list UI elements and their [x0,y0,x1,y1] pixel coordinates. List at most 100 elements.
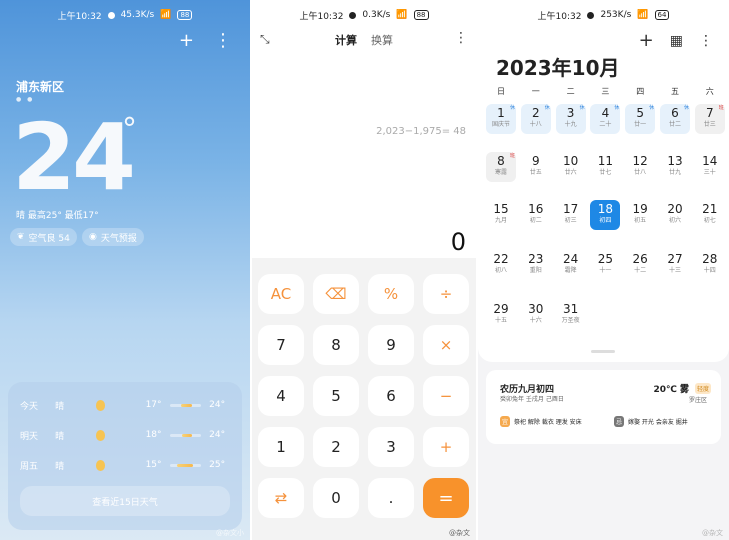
weekday-header: 日 [497,87,505,96]
calendar-icon[interactable]: ▦ [670,33,683,49]
day-number: 21 [702,202,718,216]
forecast-row[interactable]: 周五 晴 15° 25° [20,456,232,474]
day-number: 20 [667,202,683,216]
digit-2-button[interactable]: 2 [313,427,359,467]
day-cell[interactable]: 9 廿五 [521,152,551,182]
forecast-high: 25° [209,460,226,470]
day-number: 19 [632,202,648,216]
day-cell[interactable]: 12 廿八 [625,152,655,182]
day-cell[interactable]: 29 十五 [486,300,516,330]
day-cell[interactable]: 1 国庆节休 [486,104,516,134]
air-quality-chip[interactable]: ❦ 空气良 54 [10,228,77,246]
mode-switch-button[interactable]: ⇄ [258,478,304,518]
day-cell[interactable]: 6 廿二休 [660,104,690,134]
day-cell[interactable]: 4 二十休 [590,104,621,134]
backspace-button[interactable]: ⌫ [313,274,359,314]
divide-button[interactable]: ÷ [423,274,469,314]
day-cell[interactable]: 26 十二 [625,250,655,280]
day-cell[interactable]: 23 重阳 [521,250,551,280]
day-number: 9 [531,154,540,168]
add-event-button[interactable]: + [639,30,654,51]
day-cell[interactable]: 16 初二 [521,200,551,230]
month-view: 上午10:32 253K/s 📶 64 + ▦ ⋮ 2023年10月 日 一 二 三 四… [478,0,729,362]
weather-summary: 晴 最高25° 最低17° [16,211,99,221]
lunar-label: 廿九 [668,169,681,176]
day-cell[interactable]: 30 十六 [521,300,551,330]
clear-button[interactable]: AC [258,274,304,314]
signal-icon: 📶 [637,10,649,20]
yi-badge: 宜 [500,416,511,427]
notification-icon [587,11,595,19]
digit-5-button[interactable]: 5 [313,376,359,416]
day-cell[interactable]: 15 九月 [486,200,516,230]
battery-icon: 88 [413,10,429,20]
multiply-button[interactable]: × [423,325,469,365]
day-cell[interactable]: 31 万圣夜 [556,300,586,330]
day-cell[interactable]: 22 初八 [486,250,516,280]
weather-alert-chip[interactable]: ◉ 天气预报 [82,228,144,246]
digit-8-button[interactable]: 8 [313,325,359,365]
subtract-button[interactable]: − [423,376,469,416]
more-menu-button[interactable]: ⋮ [214,30,232,51]
day-number: 18 [597,202,614,216]
digit-3-button[interactable]: 3 [368,427,414,467]
status-bar: 上午10:32 45.3K/s 📶 88 [0,8,250,22]
day-cell[interactable]: 27 十三 [660,250,690,280]
day-cell[interactable]: 17 初三 [556,200,586,230]
day-cell[interactable]: 19 初五 [625,200,655,230]
more-menu-button[interactable]: ⋮ [454,30,468,46]
lunar-label: 初八 [494,267,507,274]
lunar-label: 寒露 [494,169,507,176]
tab-convert[interactable]: 换算 [371,32,393,48]
digit-1-button[interactable]: 1 [258,427,304,467]
day-cell[interactable]: 24 霜降 [556,250,586,280]
add-button[interactable]: + [423,427,469,467]
tab-calculate[interactable]: 计算 [335,32,357,48]
day-cell[interactable]: 21 初七 [695,200,725,230]
signal-icon: 📶 [396,10,408,20]
day-cell[interactable]: 20 初六 [660,200,690,230]
temp-range-bar [169,403,202,407]
digit-0-button[interactable]: 0 [313,478,359,518]
day-cell[interactable]: 14 三十 [695,152,725,182]
decimal-button[interactable]: . [368,478,414,518]
status-bar: 上午10:32 253K/s 📶 64 [478,8,729,22]
day-cell[interactable]: 3 十九休 [555,104,586,134]
keypad: AC ⌫% ÷ 7 8 9 × 4 5 6− 1 2 3 + ⇄ 0. = [252,258,476,540]
day-cell[interactable]: 10 廿六 [556,152,586,182]
notification-icon [349,11,357,19]
day-tag: 休 [614,105,620,111]
digit-9-button[interactable]: 9 [368,325,414,365]
day-cell[interactable]: 11 廿七 [590,152,620,182]
forecast-high: 24° [209,400,226,410]
day-number: 24 [562,252,579,266]
digit-7-button[interactable]: 7 [258,325,304,365]
day-info-card[interactable]: 农历九月初四 癸卯兔年 壬戌月 己酉日 20℃ 雾 轻度 罗庄区 宜 祭祀 解除… [486,370,721,444]
percent-button[interactable]: % [368,274,414,314]
forecast-row[interactable]: 明天 晴 18° 24° [20,426,232,444]
day-cell[interactable]: 2 十八休 [520,104,551,134]
equals-button[interactable]: = [423,478,469,518]
day-cell[interactable]: 8 寒露班 [486,152,516,182]
lunar-label: 廿三 [703,121,716,128]
forecast-low: 15° [145,460,162,470]
day-cell[interactable]: 18 初四 [590,200,621,230]
month-title: 2023年10月 [496,56,620,80]
day-tag: 班 [509,153,515,159]
day-number: 11 [597,154,614,168]
digit-4-button[interactable]: 4 [258,376,304,416]
day-cell[interactable]: 5 廿一休 [625,104,656,134]
day-cell[interactable]: 28 十四 [695,250,725,280]
day-cell[interactable]: 7 廿三班 [694,104,725,134]
day-tag: 休 [509,105,515,111]
forecast-row[interactable]: 今天 晴 17° 24° [20,396,232,414]
day-cell[interactable]: 13 廿九 [660,152,690,182]
more-menu-button[interactable]: ⋮ [699,33,713,49]
view-15-day-button[interactable]: 查看近15日天气 [20,486,230,516]
day-cell[interactable]: 25 十一 [590,250,620,280]
day-number: 15 [493,202,509,216]
digit-6-button[interactable]: 6 [368,376,414,416]
day-number: 26 [632,252,648,266]
add-city-button[interactable]: + [179,30,194,51]
drag-handle[interactable] [591,350,615,353]
